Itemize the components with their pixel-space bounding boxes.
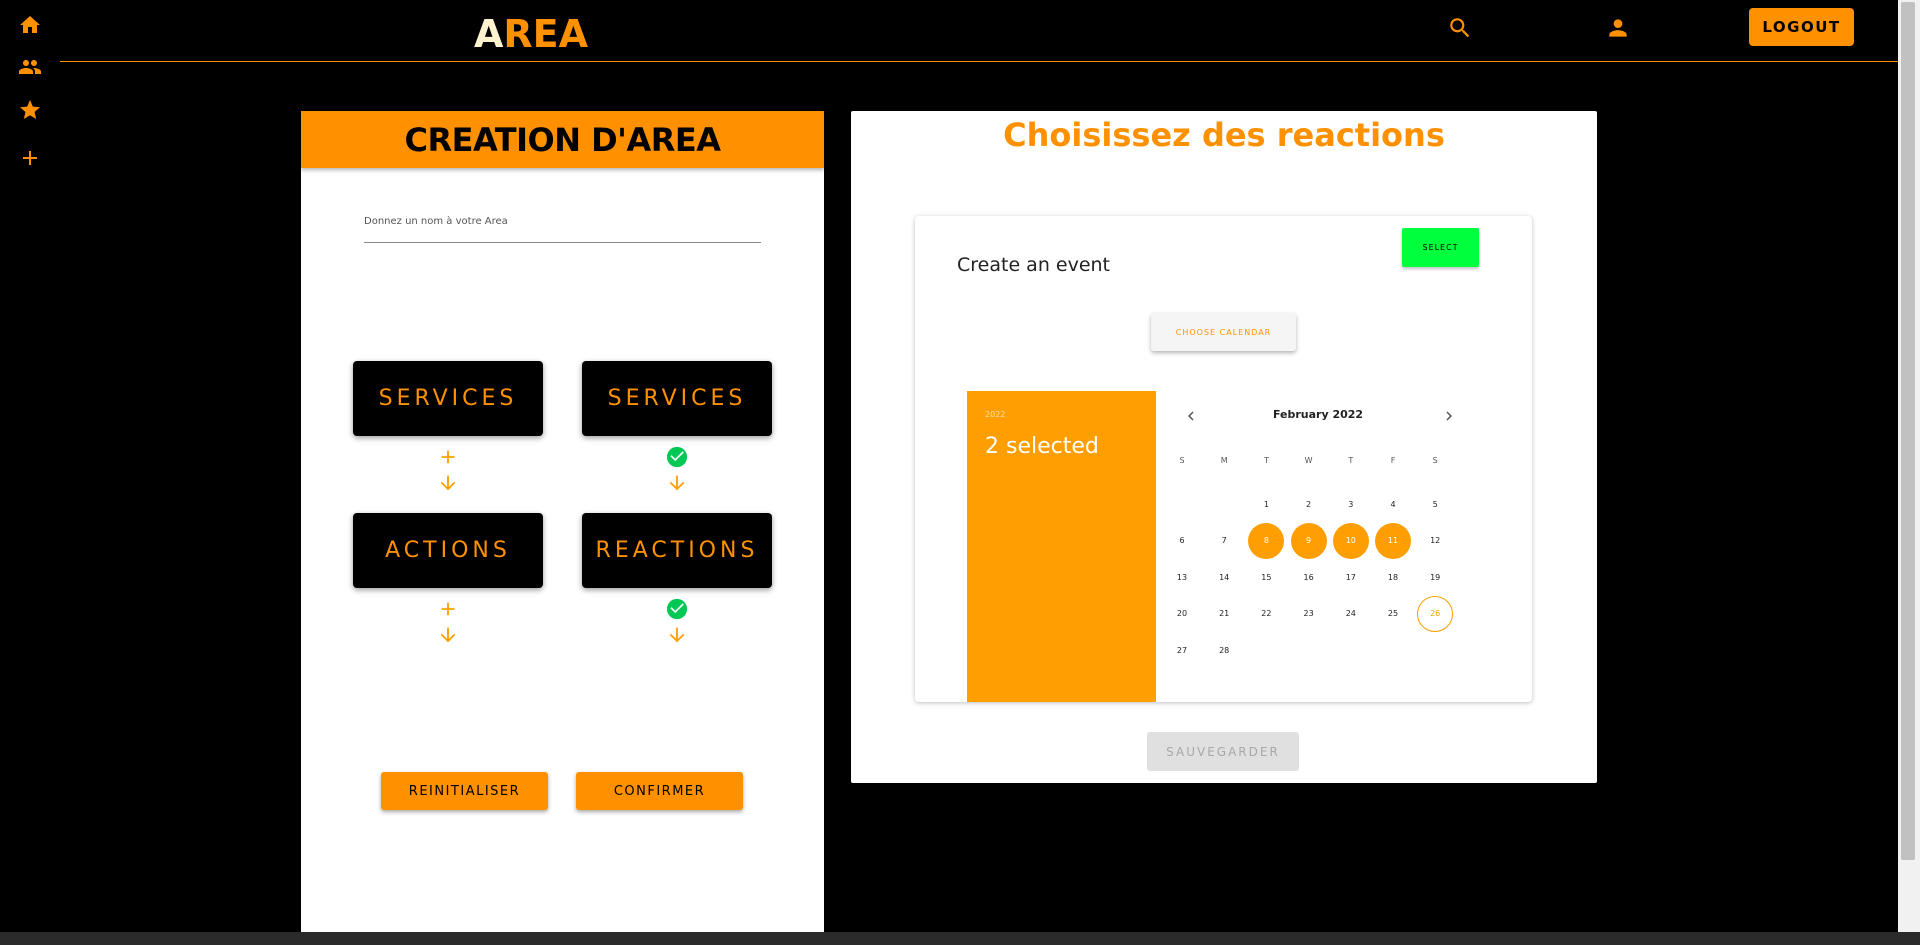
weekday-label: T — [1263, 456, 1269, 465]
calendar-day[interactable]: 10 — [1332, 522, 1369, 559]
event-title: Create an event — [957, 254, 1111, 276]
search-icon[interactable] — [1447, 15, 1473, 41]
calendar-day[interactable]: 11 — [1375, 522, 1411, 559]
app-logo: AREA — [474, 12, 588, 56]
calendar-day[interactable]: 17 — [1333, 559, 1369, 595]
services-action-button[interactable]: SERVICES — [353, 361, 543, 436]
page: AREA LOGOUT CREATION D'AREA SERVICES SER… — [0, 0, 1920, 945]
calendar-day[interactable]: 19 — [1417, 559, 1453, 595]
calendar-day[interactable]: 4 — [1375, 486, 1411, 522]
plus-icon — [437, 446, 459, 468]
event-panel: Create an event SELECT CHOOSE CALENDAR 2… — [915, 216, 1532, 702]
calendar-day[interactable]: 12 — [1417, 523, 1453, 559]
calendar-day[interactable]: 21 — [1206, 596, 1242, 632]
calendar-selected-summary: 2 selected — [985, 434, 1099, 459]
account-icon[interactable] — [1605, 15, 1631, 41]
logout-button[interactable]: LOGOUT — [1749, 8, 1854, 46]
calendar-day[interactable]: 28 — [1206, 632, 1242, 668]
weekday-label: M — [1220, 456, 1228, 465]
creation-title: CREATION D'AREA — [404, 120, 721, 159]
actions-button[interactable]: ACTIONS — [353, 513, 543, 588]
calendar-day[interactable]: 22 — [1248, 596, 1284, 632]
scrollbar[interactable] — [1898, 0, 1920, 932]
calendar-day[interactable]: 2 — [1291, 486, 1327, 522]
area-name-field — [364, 203, 761, 243]
choose-calendar-button[interactable]: CHOOSE CALENDAR — [1151, 313, 1296, 351]
calendar-day[interactable]: 13 — [1164, 559, 1200, 595]
calendar-header-panel: 2022 2 selected — [967, 391, 1156, 702]
plus-icon[interactable] — [18, 146, 42, 170]
logo-first-letter: A — [474, 12, 504, 56]
calendar-day[interactable]: 23 — [1291, 596, 1327, 632]
calendar-day[interactable]: 26 — [1417, 595, 1454, 632]
calendar-day[interactable]: 1 — [1248, 486, 1284, 522]
confirm-button[interactable]: CONFIRMER — [576, 772, 743, 810]
calendar-day[interactable]: 8 — [1248, 522, 1285, 559]
calendar-month-label: February 2022 — [1272, 408, 1364, 421]
weekday-label: W — [1304, 456, 1313, 465]
arrow-down-icon — [666, 624, 688, 646]
calendar-day[interactable]: 6 — [1164, 523, 1200, 559]
calendar-grid: February 2022 SMTWTFS 1 2 3 4 5 6 7 8 9 10 11 12 13 1… — [1156, 391, 1532, 702]
calendar-day[interactable]: 3 — [1333, 486, 1369, 522]
check-circle-icon — [666, 446, 688, 468]
next-month-icon[interactable] — [1439, 406, 1459, 426]
arrow-down-icon — [437, 472, 459, 494]
calendar-day[interactable]: 5 — [1417, 486, 1453, 522]
weekday-label: S — [1179, 456, 1185, 465]
calendar-day[interactable]: 14 — [1206, 559, 1242, 595]
bottom-strip — [0, 932, 1920, 945]
select-button[interactable]: SELECT — [1402, 228, 1479, 267]
weekday-label: S — [1432, 456, 1438, 465]
people-icon[interactable] — [18, 55, 42, 79]
calendar-day[interactable]: 15 — [1248, 559, 1284, 595]
weekday-label: T — [1348, 456, 1354, 465]
reactions-card: Choisissez des reactions Create an event… — [851, 111, 1597, 783]
calendar-day[interactable]: 25 — [1375, 596, 1411, 632]
reactions-button[interactable]: REACTIONS — [582, 513, 772, 588]
arrow-down-icon — [666, 472, 688, 494]
logo-rest: REA — [503, 12, 589, 56]
services-reaction-button[interactable]: SERVICES — [582, 361, 772, 436]
calendar-day[interactable]: 9 — [1290, 522, 1327, 559]
area-name-input[interactable] — [364, 203, 761, 233]
calendar-day[interactable]: 24 — [1333, 596, 1369, 632]
check-circle-icon — [666, 598, 688, 620]
arrow-down-icon — [437, 624, 459, 646]
home-icon[interactable] — [18, 13, 42, 37]
calendar-day[interactable]: 18 — [1375, 559, 1411, 595]
calendar-year[interactable]: 2022 — [985, 410, 1005, 419]
save-button: SAUVEGARDER — [1147, 732, 1299, 771]
scrollbar-thumb[interactable] — [1901, 2, 1915, 860]
plus-icon — [437, 598, 459, 620]
creation-card: CREATION D'AREA SERVICES SERVICES ACTION… — [301, 111, 824, 932]
calendar-day[interactable]: 27 — [1164, 632, 1200, 668]
header-divider — [60, 61, 1898, 62]
star-icon[interactable] — [18, 98, 42, 122]
calendar-day[interactable]: 16 — [1291, 559, 1327, 595]
calendar-day[interactable]: 20 — [1164, 596, 1200, 632]
reset-button[interactable]: REINITIALISER — [381, 772, 548, 810]
weekday-label: F — [1390, 456, 1396, 465]
reactions-title: Choisissez des reactions — [1003, 116, 1445, 154]
creation-header: CREATION D'AREA — [301, 111, 824, 168]
calendar-day[interactable]: 7 — [1206, 523, 1242, 559]
